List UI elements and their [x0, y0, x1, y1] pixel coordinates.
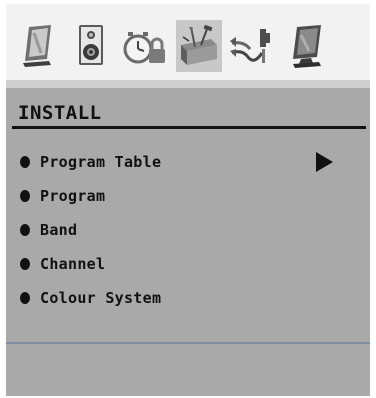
- bullet-icon: [20, 292, 30, 304]
- menu-item-label: Colour System: [40, 289, 162, 307]
- tab-sound[interactable]: [68, 20, 114, 72]
- title-underline: [12, 126, 366, 129]
- menu-item-label: Band: [40, 221, 78, 239]
- picture-icon: [19, 23, 59, 69]
- bullet-icon: [20, 224, 30, 236]
- tab-bar-divider: [6, 80, 370, 88]
- tab-source[interactable]: [228, 20, 274, 72]
- menu-item-label: Channel: [40, 255, 106, 273]
- osd-menu-window: INSTALL Program Table Program Band Chann…: [6, 4, 370, 396]
- submenu-arrow-icon[interactable]: [316, 152, 333, 172]
- menu-item-band[interactable]: Band: [20, 218, 350, 242]
- menu-item-program-table[interactable]: Program Table: [20, 150, 350, 174]
- toolbox-icon: [177, 23, 221, 69]
- menu-item-channel[interactable]: Channel: [20, 252, 350, 276]
- menu-item-label: Program: [40, 187, 106, 205]
- install-menu-panel: INSTALL Program Table Program Band Chann…: [6, 88, 370, 344]
- menu-item-colour-system[interactable]: Colour System: [20, 286, 350, 310]
- bullet-icon: [20, 156, 30, 168]
- timer-lock-icon: [122, 23, 168, 69]
- menu-tab-bar: [6, 4, 370, 80]
- bullet-icon: [20, 258, 30, 270]
- tab-picture[interactable]: [16, 20, 62, 72]
- menu-title: INSTALL: [18, 102, 102, 124]
- menu-item-label: Program Table: [40, 153, 162, 171]
- tab-features[interactable]: [122, 20, 168, 72]
- menu-footer: [6, 344, 370, 396]
- tab-install[interactable]: [176, 20, 222, 72]
- bullet-icon: [20, 190, 30, 202]
- tab-settings[interactable]: [284, 20, 330, 72]
- speaker-icon: [73, 23, 109, 69]
- menu-item-program[interactable]: Program: [20, 184, 350, 208]
- connector-cables-icon: [228, 23, 274, 69]
- monitor-icon: [287, 23, 327, 69]
